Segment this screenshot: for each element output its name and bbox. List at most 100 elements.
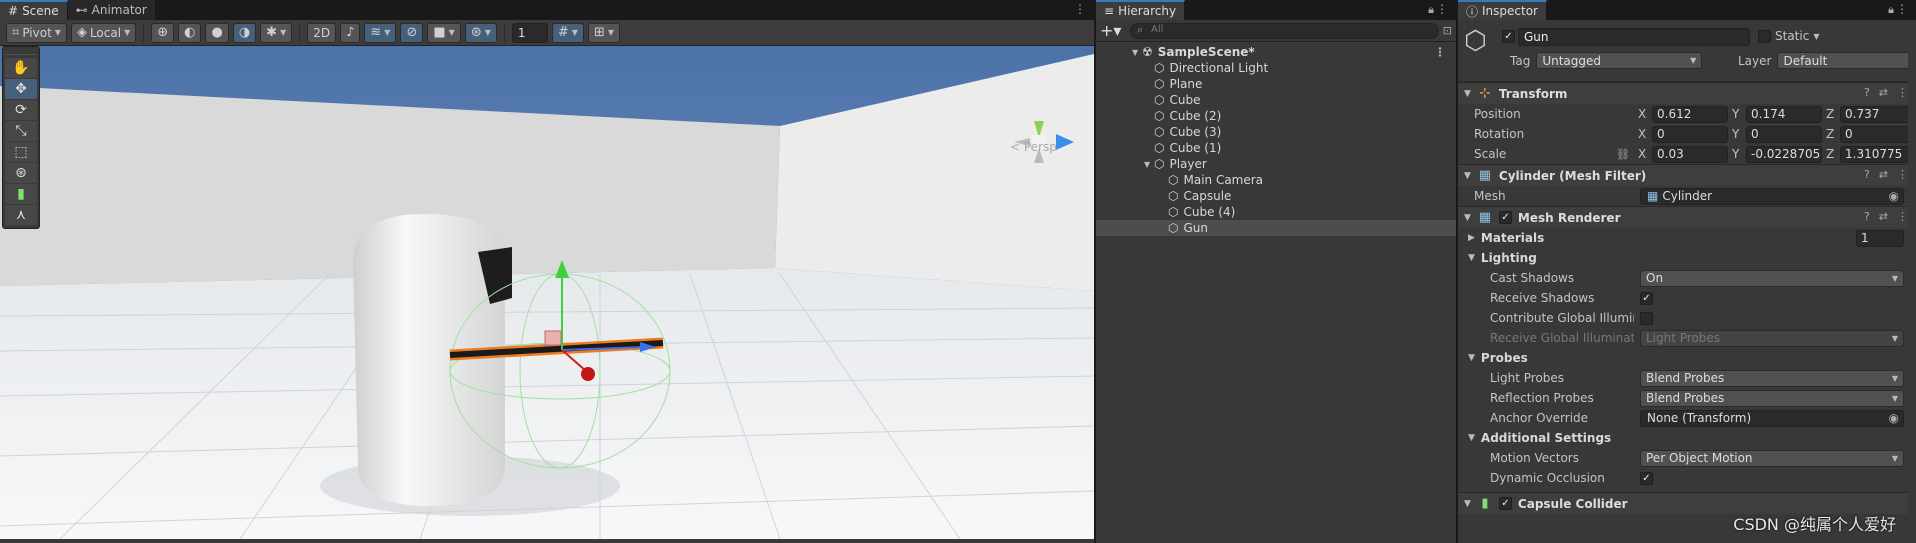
probes-section[interactable]: ▼ Probes (1458, 348, 1916, 368)
mesh-filter-header[interactable]: ▼ ▦ Cylinder (Mesh Filter) ? ⇄ ⋮ (1458, 164, 1916, 186)
link-icon[interactable]: ⛓︎ (1616, 148, 1630, 161)
layer-dropdown[interactable]: Default▼ (1777, 52, 1916, 69)
shaded-button[interactable]: ● (205, 22, 229, 43)
preset-icon[interactable]: ⇄ (1879, 168, 1888, 181)
wireframe-shading-button[interactable]: ⊕ (151, 22, 175, 43)
transform-header[interactable]: ▼ ⊹ Transform ? ⇄ ⋮ (1458, 82, 1916, 104)
chevron-down-icon[interactable]: ▼ (1144, 160, 1154, 169)
rotation-x-field[interactable]: 0 (1652, 125, 1728, 143)
pivot-dropdown[interactable]: ⌗ Pivot ▼ (6, 22, 67, 43)
list-item[interactable]: ⬡ Cube (1096, 92, 1456, 108)
mesh-renderer-header[interactable]: ▼ ▦ ✓ Mesh Renderer ? ⇄ ⋮ (1458, 206, 1916, 228)
list-item[interactable]: ⬡ Cube (4) (1096, 204, 1456, 220)
contribute-gi-checkbox[interactable] (1640, 311, 1653, 325)
scene-menu-icon[interactable]: ⋮ (1434, 45, 1446, 59)
2d-toggle[interactable]: 2D (307, 22, 337, 43)
visibility-toggle[interactable]: ⊘ (400, 22, 424, 43)
object-picker-icon[interactable]: ◉ (1889, 411, 1899, 425)
rotation-y-field[interactable]: 0 (1746, 125, 1822, 143)
capsule-edit-tool[interactable]: ▮ (5, 184, 37, 204)
chevron-down-icon[interactable]: ▼ (1464, 499, 1471, 509)
chevron-down-icon[interactable]: ▼ (1464, 213, 1471, 223)
enabled-checkbox[interactable]: ✓ (1498, 497, 1512, 510)
lock-icon[interactable]: 🔒︎ (1428, 3, 1434, 17)
local-dropdown[interactable]: ◈ Local ▼ (70, 22, 137, 43)
enabled-checkbox[interactable]: ✓ (1498, 211, 1512, 224)
reflection-probes-dropdown[interactable]: Blend Probes ▼ (1640, 389, 1904, 407)
scale-x-field[interactable]: 0.03 (1652, 145, 1728, 163)
scale-z-field[interactable]: 1.310775 (1840, 145, 1916, 163)
transform-tool[interactable]: ⊛ (5, 163, 37, 183)
search-options-icon[interactable]: ⊡ (1443, 24, 1452, 37)
list-item[interactable]: ⬡ Cube (2) (1096, 108, 1456, 124)
hierarchy-search-input[interactable]: All (1130, 22, 1439, 39)
dynamic-occlusion-checkbox[interactable]: ✓ (1640, 471, 1653, 485)
position-y-field[interactable]: 0.174 (1746, 105, 1822, 123)
menu-icon[interactable]: ⋮ (1897, 210, 1908, 223)
cast-shadows-dropdown[interactable]: On ▼ (1640, 269, 1904, 287)
list-item[interactable]: ⬡ Capsule (1096, 188, 1456, 204)
debug-draw-dropdown[interactable]: ✱ ▼ (260, 22, 293, 43)
object-picker-icon[interactable]: ◉ (1889, 189, 1899, 203)
tab-hierarchy[interactable]: ≡ Hierarchy (1096, 0, 1186, 20)
anchor-override-field[interactable]: None (Transform) ◉ (1640, 409, 1904, 427)
inspector-scrollbar[interactable] (1908, 20, 1916, 543)
grid-dropdown[interactable]: # ▼ (551, 22, 584, 43)
chevron-right-icon[interactable]: ▶ (1468, 233, 1475, 243)
snap-dropdown[interactable]: ⊞ ▼ (587, 22, 620, 43)
menu-icon[interactable]: ⋮ (1897, 86, 1908, 99)
scene-more-icon[interactable]: ⋮ (1074, 2, 1086, 16)
unlit-button[interactable]: ◑ (232, 22, 257, 43)
gizmos-dropdown[interactable]: ⊛ ▼ (464, 22, 497, 43)
object-name-field[interactable]: Gun (1518, 28, 1750, 46)
tab-inspector[interactable]: ⓘ Inspector (1458, 0, 1547, 20)
tag-dropdown[interactable]: Untagged ▼ (1536, 52, 1703, 69)
tab-animator[interactable]: ⊷ Animator (67, 0, 156, 20)
gameobject-large-icon[interactable]: ⬡ (1464, 26, 1487, 56)
move-tool[interactable]: ✥ (5, 79, 37, 99)
help-icon[interactable]: ? (1864, 86, 1870, 99)
shaded-wireframe-button[interactable]: ◐ (178, 22, 202, 43)
menu-icon[interactable]: ⋮ (1897, 168, 1908, 181)
chevron-down-icon[interactable]: ▼ (1464, 89, 1471, 99)
inspector-more-icon[interactable]: ⋮ (1896, 2, 1908, 16)
chevron-down-icon[interactable]: ▼ (1813, 32, 1819, 41)
static-toggle[interactable]: Static ▼ (1758, 29, 1819, 43)
path-tool[interactable]: ⋏ (5, 205, 37, 225)
grid-size-field[interactable]: 1 (511, 22, 548, 43)
audio-toggle[interactable]: ♪ (340, 22, 361, 43)
rotate-tool[interactable]: ⟳ (5, 100, 37, 120)
receive-shadows-checkbox[interactable]: ✓ (1640, 291, 1653, 305)
additional-settings-section[interactable]: ▼ Additional Settings (1458, 428, 1916, 448)
preset-icon[interactable]: ⇄ (1879, 86, 1888, 99)
scene-viewport[interactable] (0, 46, 1094, 539)
chevron-down-icon[interactable]: ▼ (1132, 48, 1142, 57)
camera-dropdown[interactable]: ■ ▼ (427, 22, 461, 43)
palette-grip[interactable] (5, 49, 37, 55)
chevron-down-icon[interactable]: ▼ (1468, 433, 1475, 443)
projection-label[interactable]: < Persp (1010, 140, 1057, 154)
list-item[interactable]: ▼ ⬡ Player (1096, 156, 1456, 172)
list-item[interactable]: ⬡ Main Camera (1096, 172, 1456, 188)
hand-tool[interactable]: ✋ (5, 58, 37, 78)
preset-icon[interactable]: ⇄ (1879, 210, 1888, 223)
scene-row[interactable]: ▼ ☢ SampleScene* ⋮ (1096, 44, 1456, 60)
lock-icon[interactable]: 🔒︎ (1888, 3, 1894, 17)
help-icon[interactable]: ? (1864, 168, 1870, 181)
materials-section[interactable]: ▶ Materials 1 (1458, 228, 1916, 248)
list-item[interactable]: ⬡ Plane (1096, 76, 1456, 92)
rotation-z-field[interactable]: 0 (1840, 125, 1916, 143)
list-item[interactable]: ⬡ Cube (1) (1096, 140, 1456, 156)
help-icon[interactable]: ? (1864, 210, 1870, 223)
list-item-selected[interactable]: ⬡ Gun (1096, 220, 1456, 236)
chevron-down-icon[interactable]: ▼ (1464, 171, 1471, 181)
list-item[interactable]: ⬡ Directional Light (1096, 60, 1456, 76)
hierarchy-more-icon[interactable]: ⋮ (1436, 2, 1448, 16)
add-object-button[interactable]: +▾ (1100, 21, 1126, 40)
rect-tool[interactable]: ⬚ (5, 142, 37, 162)
chevron-down-icon[interactable]: ▼ (1468, 253, 1475, 263)
lighting-section[interactable]: ▼ Lighting (1458, 248, 1916, 268)
materials-count-field[interactable]: 1 (1856, 229, 1904, 247)
light-probes-dropdown[interactable]: Blend Probes ▼ (1640, 369, 1904, 387)
chevron-down-icon[interactable]: ▼ (1468, 353, 1475, 363)
